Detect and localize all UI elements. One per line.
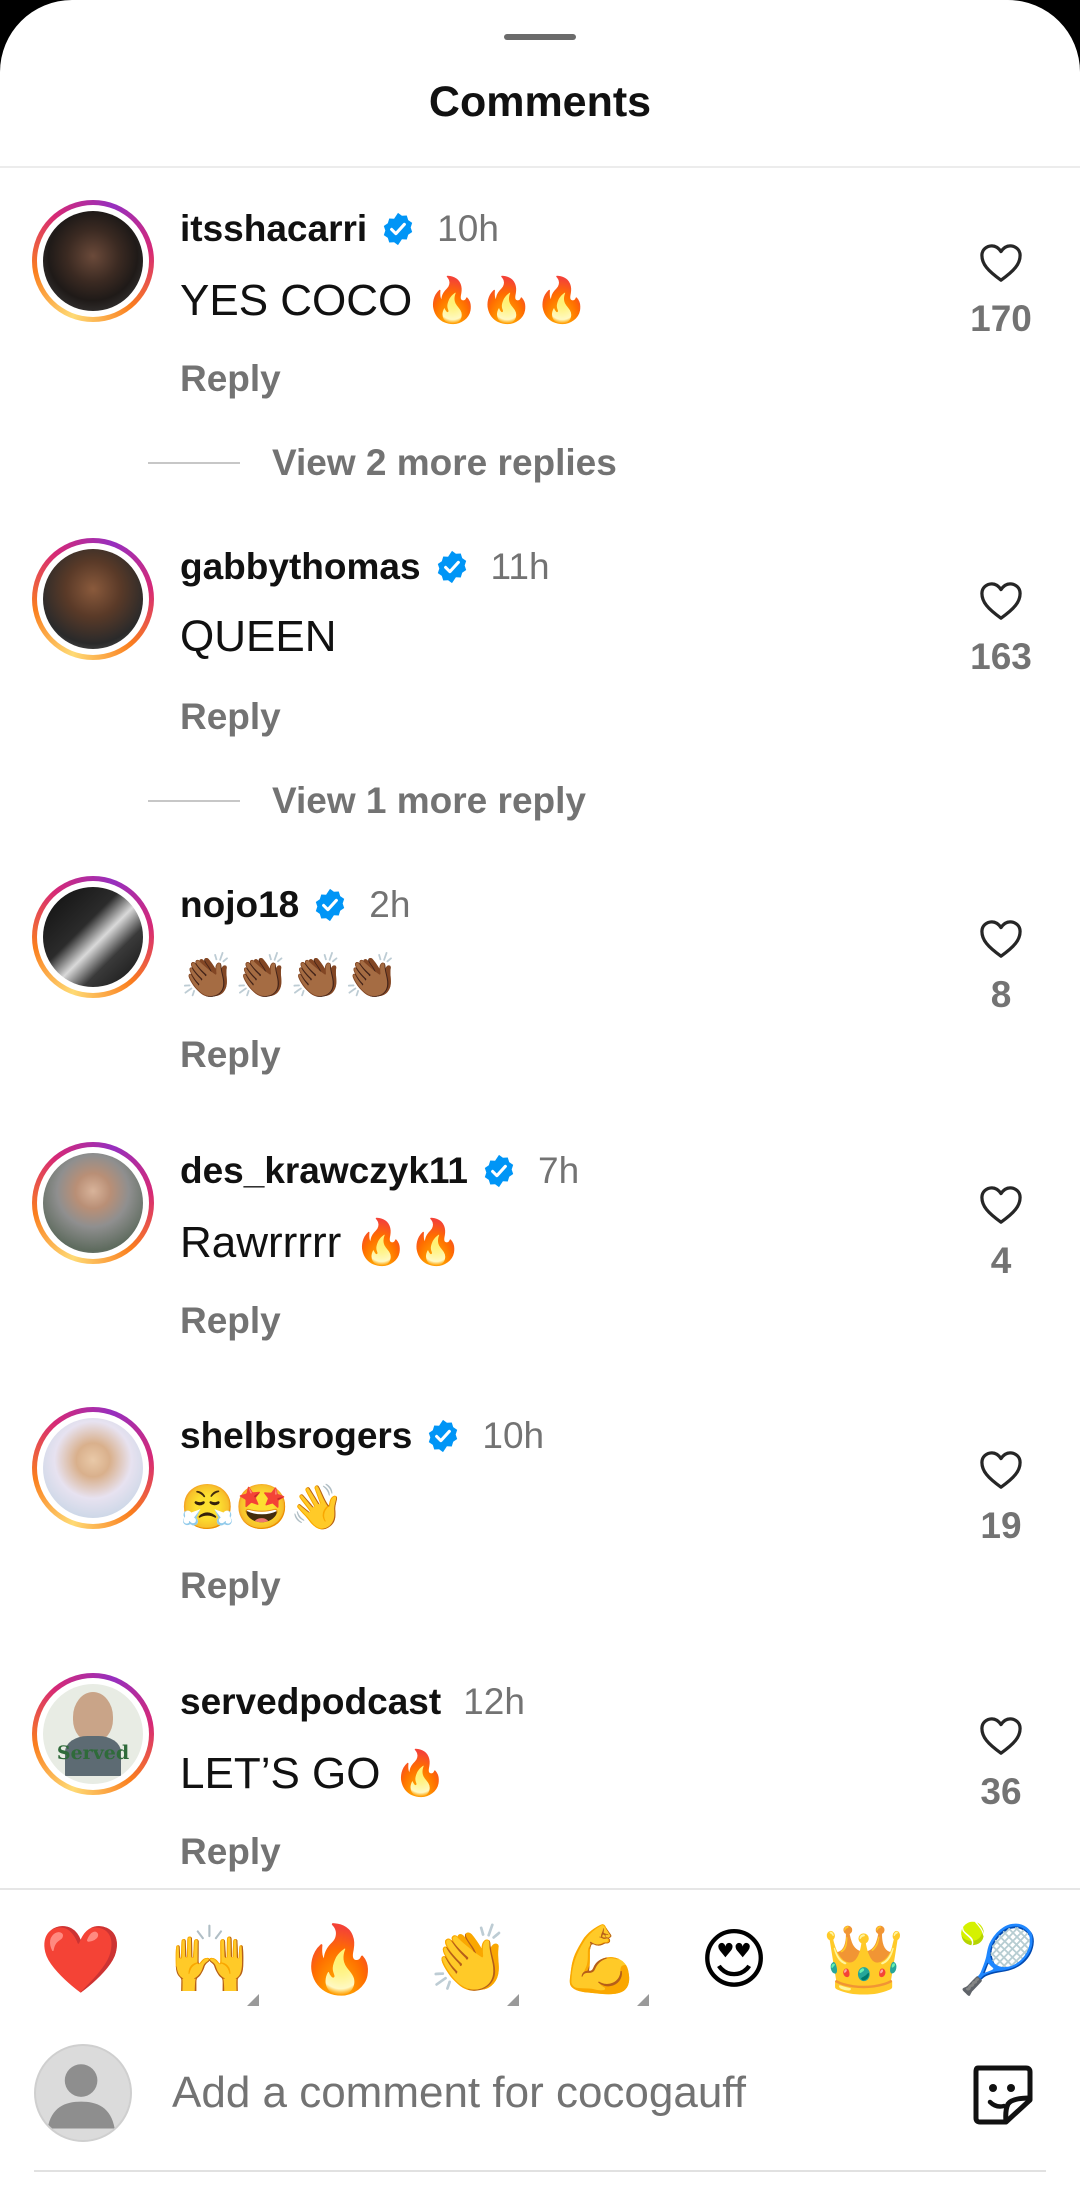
heart-outline-icon[interactable] xyxy=(978,580,1024,622)
username[interactable]: shelbsrogers xyxy=(180,1415,412,1457)
comment-item: des_krawczyk11 7h Rawrrrrr 🔥🔥 Reply 4 xyxy=(0,1142,1080,1372)
comment-item: gabbythomas 11h QUEEN Reply 163 xyxy=(0,538,1080,768)
username[interactable]: des_krawczyk11 xyxy=(180,1150,468,1192)
avatar[interactable] xyxy=(32,1407,154,1529)
comment-item: itsshacarri 10h YES COCO 🔥🔥🔥 Reply 170 xyxy=(0,200,1080,430)
avatar[interactable]: Served xyxy=(32,1673,154,1795)
comment-item: Served servedpodcast 12h LET’S GO 🔥 Repl… xyxy=(0,1673,1080,1903)
avatar[interactable] xyxy=(32,538,154,660)
comment-time: 10h xyxy=(437,208,499,249)
comment-header: des_krawczyk11 7h xyxy=(180,1146,579,1196)
comment-time: 7h xyxy=(538,1150,580,1191)
view-more-label[interactable]: View 1 more reply xyxy=(272,780,586,822)
verified-badge-icon xyxy=(437,550,466,584)
reaction-crown[interactable]: 👑 xyxy=(821,1916,907,2002)
view-more-line xyxy=(148,462,240,464)
view-more-replies[interactable]: View 2 more replies xyxy=(148,438,617,488)
comment-time: 2h xyxy=(369,884,411,925)
comment-item: shelbsrogers 10h 😤🤩👋 Reply 19 xyxy=(0,1407,1080,1637)
reply-button[interactable]: Reply xyxy=(180,1831,281,1873)
comment-text: QUEEN xyxy=(180,612,337,661)
comment-time: 10h xyxy=(482,1415,545,1456)
avatar[interactable] xyxy=(32,200,154,322)
skin-tone-indicator xyxy=(637,1994,649,2006)
view-more-line xyxy=(148,800,240,802)
reaction-clapping[interactable]: 👏 xyxy=(427,1916,519,2006)
drag-handle[interactable] xyxy=(504,34,576,40)
reaction-tennis[interactable]: 🎾 xyxy=(955,1916,1041,2002)
skin-tone-indicator xyxy=(247,1994,259,2006)
comment-item: nojo18 2h 👏🏾👏🏾👏🏾👏🏾 Reply 8 xyxy=(0,876,1080,1106)
sheet-title: Comments xyxy=(428,78,652,126)
comment-text: YES COCO 🔥🔥🔥 xyxy=(180,276,589,325)
reply-button[interactable]: Reply xyxy=(180,1565,281,1607)
like-group: 8 xyxy=(960,918,1042,1016)
comment-header: servedpodcast 12h xyxy=(180,1677,525,1727)
comment-text: 👏🏾👏🏾👏🏾👏🏾 xyxy=(180,952,400,1001)
comment-header: gabbythomas 11h xyxy=(180,542,550,592)
comment-text: 😤🤩👋 xyxy=(180,1483,345,1532)
heart-outline-icon[interactable] xyxy=(978,1715,1024,1757)
like-count: 36 xyxy=(980,1771,1022,1812)
reply-button[interactable]: Reply xyxy=(180,1034,281,1076)
reaction-heart[interactable]: ❤️ xyxy=(38,1916,124,2002)
heart-outline-icon[interactable] xyxy=(978,1184,1024,1226)
reply-button[interactable]: Reply xyxy=(180,1300,281,1342)
comments-sheet: Comments itsshacarri 10h YES COCO 🔥🔥🔥 Re… xyxy=(0,0,1080,2195)
heart-outline-icon[interactable] xyxy=(978,242,1024,284)
reactions-divider xyxy=(0,1888,1080,1890)
comment-header: shelbsrogers 10h xyxy=(180,1411,544,1461)
reply-button[interactable]: Reply xyxy=(180,358,281,400)
comment-time: 12h xyxy=(463,1681,525,1722)
comment-text: Rawrrrrr 🔥🔥 xyxy=(180,1218,464,1267)
like-count: 19 xyxy=(980,1505,1022,1546)
view-more-replies[interactable]: View 1 more reply xyxy=(148,776,586,826)
username[interactable]: nojo18 xyxy=(180,884,299,926)
bottom-divider xyxy=(34,2170,1046,2172)
like-group: 163 xyxy=(960,580,1042,678)
reply-button[interactable]: Reply xyxy=(180,696,281,738)
comment-header: itsshacarri 10h xyxy=(180,204,499,254)
comment-input[interactable]: Add a comment for cocogauff xyxy=(172,2068,746,2118)
like-count: 170 xyxy=(970,298,1032,339)
avatar[interactable] xyxy=(32,876,154,998)
view-more-label[interactable]: View 2 more replies xyxy=(272,442,617,484)
avatar[interactable] xyxy=(32,1142,154,1264)
verified-badge-icon xyxy=(484,1154,514,1188)
like-count: 8 xyxy=(990,974,1012,1015)
like-group: 19 xyxy=(960,1449,1042,1547)
comment-time: 11h xyxy=(490,546,550,587)
skin-tone-indicator xyxy=(507,1994,519,2006)
verified-badge-icon xyxy=(429,1419,458,1453)
like-group: 4 xyxy=(960,1184,1042,1282)
comment-header: nojo18 2h xyxy=(180,880,410,930)
default-avatar-icon xyxy=(47,2064,115,2129)
verified-badge-icon xyxy=(316,888,345,922)
username[interactable]: itsshacarri xyxy=(180,208,367,250)
verified-badge-icon xyxy=(383,212,413,246)
like-group: 36 xyxy=(960,1715,1042,1813)
like-count: 4 xyxy=(990,1240,1012,1281)
like-group: 170 xyxy=(960,242,1042,340)
served-logo: Served xyxy=(43,1684,143,1784)
comment-text: LET’S GO 🔥 xyxy=(180,1749,448,1798)
like-count: 163 xyxy=(970,636,1032,677)
username[interactable]: gabbythomas xyxy=(180,546,421,588)
comment-composer: Add a comment for cocogauff xyxy=(0,2040,1080,2150)
header-divider xyxy=(0,166,1080,168)
reaction-flexed-biceps[interactable]: 💪 xyxy=(557,1916,649,2006)
current-user-avatar xyxy=(34,2044,132,2142)
sticker-icon[interactable] xyxy=(968,2060,1038,2130)
reaction-fire[interactable]: 🔥 xyxy=(297,1916,383,2002)
username[interactable]: servedpodcast xyxy=(180,1681,441,1723)
heart-outline-icon[interactable] xyxy=(978,918,1024,960)
reaction-heart-eyes[interactable]: 😍 xyxy=(691,1916,777,2002)
reaction-raised-hands[interactable]: 🙌 xyxy=(167,1916,259,2006)
heart-outline-icon[interactable] xyxy=(978,1449,1024,1491)
